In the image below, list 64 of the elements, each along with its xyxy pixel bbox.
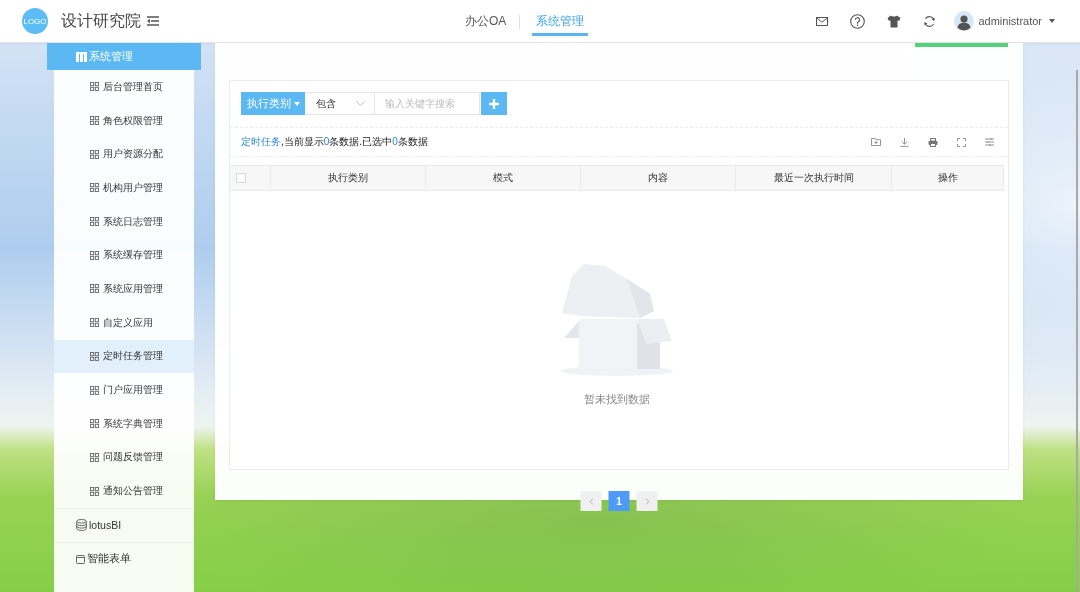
column-header: 操作 bbox=[892, 165, 1004, 191]
sliders-icon[interactable] bbox=[985, 138, 994, 146]
submenu-item[interactable]: 系统缓存管理 bbox=[54, 238, 194, 273]
submenu-item[interactable]: 机构用户管理 bbox=[54, 171, 194, 205]
app-title: 设计研究院 bbox=[61, 10, 141, 31]
submenu-item[interactable]: 角色权限管理 bbox=[54, 103, 194, 138]
grid-icon bbox=[90, 452, 99, 462]
submenu-item[interactable]: 定时任务管理 bbox=[54, 339, 194, 374]
mail-icon[interactable] bbox=[816, 16, 829, 26]
columns-icon bbox=[76, 51, 87, 62]
shirt-icon[interactable] bbox=[887, 14, 902, 28]
refresh-icon[interactable] bbox=[923, 14, 937, 28]
scrollbar-thumb[interactable] bbox=[1076, 70, 1078, 592]
menu-icon[interactable] bbox=[147, 16, 159, 26]
nav-tab[interactable]: 办公OA bbox=[461, 0, 511, 36]
grid-icon bbox=[90, 250, 99, 260]
download-icon[interactable] bbox=[900, 137, 909, 147]
search-field[interactable]: 输入关键字搜索 bbox=[375, 92, 480, 115]
grid-icon bbox=[90, 284, 99, 294]
window-icon bbox=[76, 554, 85, 564]
caret-icon bbox=[293, 101, 300, 106]
column-header: 执行类别 bbox=[271, 165, 426, 191]
grid-icon bbox=[90, 116, 99, 126]
grid-icon bbox=[90, 419, 99, 429]
submenu-item[interactable]: 系统字典管理 bbox=[54, 406, 194, 441]
table-summary: 定时任务,当前显示0条数据.已选中0条数据 bbox=[241, 135, 428, 149]
folder-plus-icon[interactable] bbox=[871, 138, 881, 146]
submenu-item[interactable]: 系统日志管理 bbox=[54, 204, 194, 239]
submenu-item[interactable]: 自定义应用 bbox=[54, 305, 194, 340]
grid-icon bbox=[90, 486, 99, 496]
fullscreen-icon[interactable] bbox=[957, 137, 966, 147]
help-icon[interactable] bbox=[850, 13, 866, 29]
grid-icon bbox=[90, 82, 99, 92]
plus-icon bbox=[489, 98, 499, 109]
operator-select[interactable]: 包含 bbox=[305, 92, 375, 115]
grid-icon bbox=[90, 318, 99, 328]
database-icon bbox=[76, 519, 87, 532]
submenu-item[interactable]: 用户资源分配 bbox=[54, 137, 194, 172]
submenu-item[interactable]: 后台管理首页 bbox=[54, 70, 194, 104]
submenu-item[interactable]: 门户应用管理 bbox=[54, 373, 194, 407]
grid-icon bbox=[90, 217, 99, 227]
add-button[interactable] bbox=[481, 92, 507, 115]
logo: LOGO bbox=[22, 8, 48, 34]
chevron-left-icon bbox=[589, 497, 593, 505]
sidebar-item[interactable]: lotusBI bbox=[54, 507, 194, 542]
grid-icon bbox=[90, 385, 99, 395]
submenu-item[interactable]: 系统应用管理 bbox=[54, 272, 194, 306]
empty-message: 暂未找到数据 bbox=[584, 393, 650, 407]
chevron-right-icon bbox=[645, 497, 649, 505]
grid-icon bbox=[90, 183, 99, 193]
column-header: 最近一次执行时间 bbox=[736, 165, 892, 191]
grid-icon bbox=[90, 351, 99, 361]
printer-icon[interactable] bbox=[928, 137, 938, 147]
column-header: 模式 bbox=[426, 165, 581, 191]
sidebar-item[interactable]: 智能表单 bbox=[54, 541, 194, 576]
column-header: 内容 bbox=[581, 165, 736, 191]
user-name[interactable]: administrator bbox=[978, 15, 1042, 27]
avatar-icon[interactable] bbox=[954, 11, 975, 31]
submenu-item[interactable]: 问题反馈管理 bbox=[54, 440, 194, 475]
submenu-item[interactable]: 通知公告管理 bbox=[54, 474, 194, 508]
grid-icon bbox=[90, 149, 99, 159]
checkbox[interactable] bbox=[236, 173, 246, 183]
chevron-down-icon bbox=[356, 101, 365, 106]
caret-icon[interactable] bbox=[1049, 19, 1055, 23]
